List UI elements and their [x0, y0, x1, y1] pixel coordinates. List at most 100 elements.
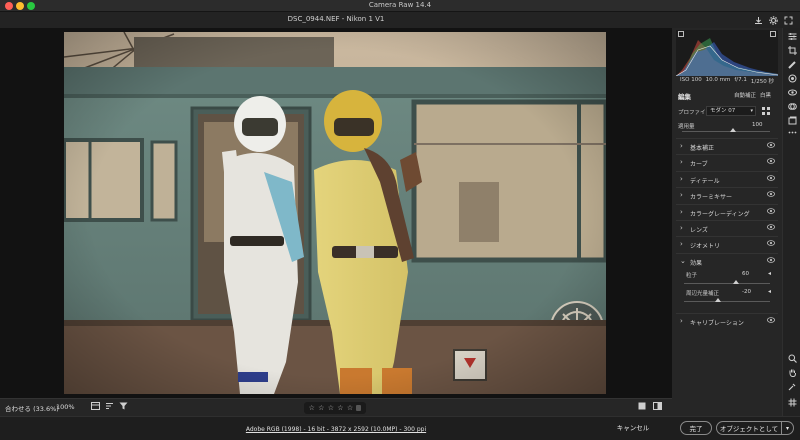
visibility-eye-icon[interactable] [767, 256, 775, 265]
shadow-clipping-toggle[interactable] [678, 31, 684, 37]
panel-section-3[interactable]: › カラーミキサー [676, 187, 778, 202]
filmstrip-icon[interactable] [90, 402, 101, 413]
vignette-label: 周辺光量補正 [686, 291, 720, 298]
grain-slider-thumb[interactable] [732, 280, 739, 285]
open-options-chevron-icon[interactable]: ▾ [782, 421, 794, 435]
chevron-right-icon[interactable]: › [680, 158, 683, 166]
presets-icon[interactable] [786, 102, 798, 114]
visibility-eye-icon[interactable] [767, 317, 775, 325]
chevron-right-icon[interactable]: › [680, 317, 683, 325]
panel-section-1[interactable]: › カーブ [676, 154, 778, 169]
visibility-eye-icon[interactable] [767, 174, 775, 183]
crop-icon[interactable] [786, 46, 798, 58]
window-titlebar: Camera Raw 14.4 [0, 0, 800, 12]
save-icon[interactable] [752, 14, 764, 26]
done-button[interactable]: 完了 [680, 421, 712, 435]
aperture-value: f/7.1 [734, 77, 747, 83]
star-icon[interactable]: ☆ [347, 404, 353, 412]
photo-image [64, 32, 606, 394]
section-label: ジオメトリ [690, 243, 721, 251]
fullscreen-icon[interactable] [782, 14, 794, 26]
shutter-value: 1/250 秒 [750, 79, 774, 85]
chevron-right-icon[interactable]: › [680, 191, 683, 199]
profile-browser-grid-icon[interactable] [762, 107, 770, 117]
star-icon[interactable]: ☆ [337, 404, 343, 412]
vignette-slider-thumb[interactable] [715, 298, 722, 303]
visibility-eye-icon[interactable] [767, 158, 775, 166]
status-bar: Adobe RGB (1998) - 16 bit - 3872 x 2592 … [0, 416, 800, 440]
auto-button[interactable]: 自動補正 [734, 91, 756, 99]
more-icon[interactable] [786, 128, 798, 140]
section-label: カラーミキサー [690, 194, 733, 202]
split-view-icon[interactable] [652, 402, 663, 413]
chevron-down-icon: ▾ [750, 108, 753, 114]
section-label: 基本補正 [690, 145, 715, 152]
star-rating[interactable]: ☆ ☆ ☆ ☆ ☆ [304, 402, 366, 414]
zoom-percent-dropdown[interactable]: 100% [56, 403, 75, 411]
visibility-eye-icon[interactable] [767, 240, 775, 248]
amount-slider-track[interactable] [682, 131, 770, 132]
section-label: キャリブレーション [690, 320, 744, 328]
chevron-right-icon[interactable]: › [680, 175, 683, 183]
grain-value[interactable]: 60 [742, 271, 749, 277]
grain-slider-track[interactable] [684, 283, 770, 285]
highlight-clipping-toggle[interactable] [770, 31, 776, 37]
healing-brush-icon[interactable] [786, 60, 798, 72]
open-as-object-button[interactable]: オブジェクトとして開く [716, 421, 782, 440]
sort-icon[interactable] [104, 402, 115, 413]
cancel-button[interactable]: キャンセル [612, 421, 654, 435]
before-after-toggle-icon[interactable] [636, 402, 647, 413]
visibility-eye-icon[interactable] [767, 142, 775, 150]
document-header: DSC_0944.NEF - Nikon 1 V1 [0, 12, 800, 28]
effects-panel-body: 粒子 60 ◂ 周辺光量補正 -20 ◂ [676, 269, 778, 313]
filter-icon[interactable] [118, 402, 129, 413]
amount-value[interactable]: 100 [752, 122, 763, 128]
visibility-eye-icon[interactable] [767, 191, 775, 199]
chevron-right-icon[interactable]: › [680, 240, 683, 248]
panel-section-0[interactable]: › 基本補正 [676, 138, 778, 153]
red-eye-icon[interactable] [786, 88, 798, 100]
profile-dropdown[interactable]: モダン 07 ▾ [706, 106, 756, 116]
vignette-slider-track[interactable] [684, 301, 770, 303]
star-icon[interactable]: ☆ [309, 404, 315, 412]
masking-icon[interactable] [786, 74, 798, 86]
chevron-right-icon[interactable]: › [680, 208, 683, 216]
photo-preview[interactable] [64, 32, 606, 394]
panel-section-8[interactable]: › キャリブレーション [676, 313, 778, 328]
sampler-icon[interactable] [786, 382, 798, 394]
vignette-reset-icon[interactable]: ◂ [768, 288, 771, 295]
visibility-eye-icon[interactable] [767, 207, 775, 216]
panel-section-6[interactable]: › ジオメトリ [676, 236, 778, 251]
zoom-fit-dropdown[interactable]: 合わせる (33.6%) [5, 403, 59, 413]
chevron-right-icon[interactable]: › [680, 142, 683, 150]
delete-flag-icon[interactable] [356, 405, 362, 411]
amount-label: 適用量 [678, 124, 695, 130]
hand-icon[interactable] [786, 368, 798, 380]
workflow-options-link[interactable]: Adobe RGB (1998) - 16 bit - 3872 x 2592 … [0, 426, 672, 433]
exif-info: ISO 100 10.0 mm f/7.1 1/250 秒 [676, 77, 778, 85]
grain-reset-icon[interactable]: ◂ [768, 270, 771, 277]
panel-section-4[interactable]: › カラーグレーディング [676, 203, 778, 219]
image-canvas[interactable] [0, 28, 672, 398]
star-icon[interactable]: ☆ [328, 404, 334, 412]
panel-section-5[interactable]: › レンズ [676, 220, 778, 235]
window-title: Camera Raw 14.4 [368, 1, 432, 9]
grid-icon[interactable] [786, 398, 798, 410]
amount-slider-thumb[interactable] [730, 128, 737, 132]
panel-section-7[interactable]: ⌄ 効果 [676, 252, 778, 268]
visibility-eye-icon[interactable] [767, 224, 775, 232]
grain-label: 粒子 [686, 273, 698, 280]
panel-section-2[interactable]: › ディテール [676, 170, 778, 186]
view-controls-bar: 合わせる (33.6%) 100% ☆ ☆ ☆ ☆ ☆ [0, 398, 672, 416]
chevron-right-icon[interactable]: › [680, 224, 683, 232]
black-and-white-button[interactable]: 白黒 [760, 91, 771, 99]
vignette-value[interactable]: -20 [742, 289, 751, 295]
snapshots-icon[interactable] [786, 116, 798, 128]
settings-gear-icon[interactable] [767, 14, 779, 26]
edit-panel: ISO 100 10.0 mm f/7.1 1/250 秒 編集 自動補正 白黒… [672, 28, 782, 416]
sliders-icon[interactable] [786, 32, 798, 44]
section-label: 効果 [690, 259, 703, 267]
star-icon[interactable]: ☆ [318, 404, 324, 412]
zoom-icon[interactable] [786, 354, 798, 366]
chevron-down-icon[interactable]: ⌄ [680, 257, 686, 265]
